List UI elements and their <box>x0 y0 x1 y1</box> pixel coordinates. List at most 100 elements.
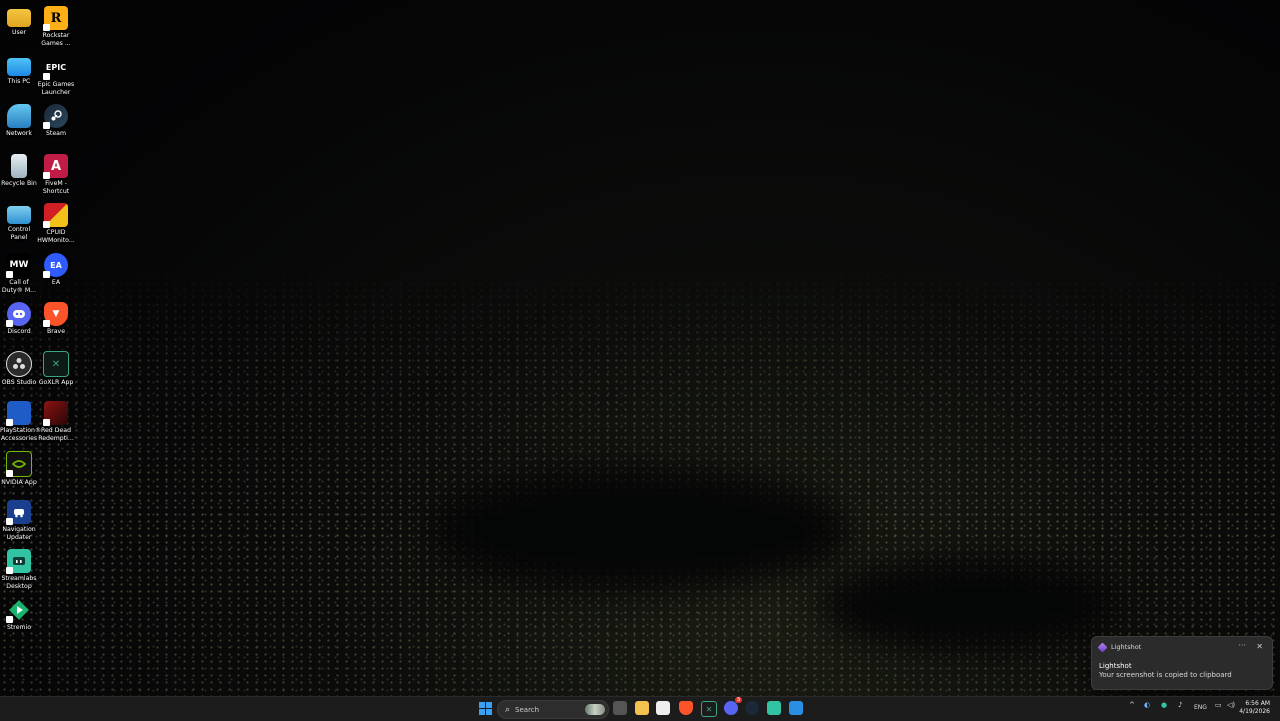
network-tray-icon[interactable]: ▭ <box>1215 701 1222 709</box>
rockstar-icon: R <box>43 6 68 31</box>
desktop-icon-fivem[interactable]: A FiveM - Shortcut <box>37 154 75 195</box>
desktop-icon-rockstar[interactable]: R Rockstar Games ... <box>37 6 75 47</box>
photos-taskbar-icon[interactable] <box>789 701 803 715</box>
search-icon: ⌕ <box>505 704 511 715</box>
desktop-icon-label: Stremio <box>6 624 32 631</box>
desktop-icon-control-panel[interactable]: Control Panel <box>0 203 38 241</box>
desktop-icon-label: Streamlabs Desktop <box>1 575 37 590</box>
chevron-up-icon[interactable]: ^ <box>1129 701 1135 709</box>
desktop-icon-discord[interactable]: Discord <box>0 302 38 336</box>
folder-icon <box>7 9 31 27</box>
playstation-icon <box>6 401 31 426</box>
file-explorer-icon[interactable] <box>635 701 649 715</box>
cod-logo-text: MW <box>9 260 29 270</box>
ea-icon: EA <box>43 253 68 278</box>
epic-logo-text: EPIC <box>45 62 67 72</box>
desktop-icon-call-of-duty[interactable]: MW Call of Duty® M... <box>0 253 38 294</box>
language-indicator[interactable]: ENG <box>1194 704 1207 711</box>
steam-tray-icon[interactable]: ◐ <box>1144 701 1150 709</box>
desktop-icon-epic-games[interactable]: EPIC Epic Games Launcher <box>37 55 75 96</box>
desktop-icon-label: Recycle Bin <box>1 180 37 187</box>
clock-date: 4/19/2026 <box>1239 708 1270 715</box>
toast-message: Your screenshot is copied to clipboard <box>1099 671 1232 679</box>
toast-title: Lightshot <box>1099 662 1132 670</box>
cpuid-icon <box>43 203 68 228</box>
desktop-icon-nvidia[interactable]: NVIDIA App <box>0 451 38 487</box>
notification-badge: 3 <box>734 697 742 703</box>
desktop-icon-label: Steam <box>46 130 66 137</box>
more-options-icon[interactable]: ··· <box>1238 641 1246 650</box>
brave-icon: ▼ <box>43 302 68 327</box>
brave-taskbar-icon[interactable] <box>679 701 693 715</box>
desktop-icon-label: This PC <box>7 78 31 85</box>
streamlabs-icon <box>6 549 31 574</box>
desktop-icon-label: Epic Games Launcher <box>37 81 75 96</box>
close-icon[interactable]: ✕ <box>1256 642 1263 651</box>
desktop-icon-playstation[interactable]: PlayStation® Accessories <box>0 401 42 442</box>
desktop-icon-navigation-updater[interactable]: Navigation Updater <box>0 500 38 541</box>
discord-taskbar-icon[interactable]: 3 <box>724 697 742 715</box>
desktop-icon-this-pc[interactable]: This PC <box>0 55 38 86</box>
windows-icon <box>478 701 492 715</box>
obs-studio-icon <box>6 351 32 377</box>
wallpaper-dark-region <box>430 470 850 590</box>
desktop-icon-obs[interactable]: OBS Studio <box>0 351 38 387</box>
epic-games-icon: EPIC <box>43 55 68 80</box>
desktop-icon-label: EA <box>51 279 61 286</box>
goxlr-logo-glyph: ✕ <box>51 358 61 370</box>
desktop-icon-user[interactable]: User <box>0 6 38 37</box>
desktop-icon-label: FiveM - Shortcut <box>42 180 70 195</box>
navigation-updater-icon <box>6 500 31 525</box>
desktop-icon-label: Discord <box>7 328 31 335</box>
streamlabs-taskbar-icon[interactable] <box>767 701 781 715</box>
search-highlight-image <box>585 704 605 715</box>
desktop-icon-label: Control Panel <box>7 226 31 241</box>
stremio-icon <box>6 598 31 623</box>
fivem-icon: A <box>43 154 68 179</box>
desktop-icon-label: Red Dead Redempti... <box>38 427 74 442</box>
desktop-icon-ea[interactable]: EA EA <box>37 253 75 287</box>
toast-app-name: Lightshot <box>1111 643 1142 651</box>
wallpaper-dark-region <box>820 560 1120 650</box>
brave-logo-glyph: ▼ <box>52 309 60 319</box>
goxlr-taskbar-icon[interactable]: ✕ <box>701 701 717 717</box>
desktop-icon-label: Network <box>6 130 32 137</box>
start-button[interactable] <box>478 701 492 715</box>
tray-app-icon[interactable]: ● <box>1161 701 1167 709</box>
desktop-icon-label: Brave <box>46 328 66 335</box>
microphone-icon[interactable]: ♪ <box>1178 701 1182 709</box>
rockstar-logo-text: R <box>50 10 62 26</box>
control-panel-icon <box>7 206 31 224</box>
desktop-icon-recycle-bin[interactable]: Recycle Bin <box>0 154 38 188</box>
red-dead-icon <box>43 401 68 426</box>
clock-time: 6:56 AM <box>1245 700 1270 707</box>
call-of-duty-icon: MW <box>6 253 31 278</box>
desktop-icon-steam[interactable]: Steam <box>37 104 75 138</box>
taskbar-clock[interactable]: 6:56 AM 4/19/2026 <box>1239 700 1270 716</box>
goxlr-icon: ✕ <box>43 351 69 377</box>
desktop-icon-streamlabs[interactable]: Streamlabs Desktop <box>0 549 38 590</box>
desktop-icon-label: PlayStation® Accessories <box>0 427 42 442</box>
toast-notification[interactable]: Lightshot ··· ✕ Lightshot Your screensho… <box>1091 636 1273 690</box>
ea-logo-text: EA <box>50 260 62 270</box>
desktop-icon-label: OBS Studio <box>1 379 37 386</box>
desktop-icon-brave[interactable]: ▼ Brave <box>37 302 75 336</box>
desktop-icon-goxlr[interactable]: ✕ GoXLR App <box>37 351 75 387</box>
desktop-icon-label: Call of Duty® M... <box>1 279 37 294</box>
steam-icon <box>43 104 68 129</box>
volume-icon[interactable]: ◁) <box>1227 701 1235 709</box>
desktop-icon-label: CPUID HWMonito... <box>37 229 75 244</box>
taskbar-search[interactable]: ⌕ Search <box>497 700 609 719</box>
store-icon[interactable] <box>656 701 670 715</box>
task-view-icon[interactable] <box>613 701 627 715</box>
desktop-icon-network[interactable]: Network <box>0 104 38 138</box>
desktop-icon-label: GoXLR App <box>38 379 74 386</box>
desktop-icon-cpuid[interactable]: CPUID HWMonito... <box>37 203 75 244</box>
monitor-icon <box>7 58 31 76</box>
steam-taskbar-icon[interactable] <box>745 701 759 715</box>
desktop-icon-stremio[interactable]: Stremio <box>0 598 38 632</box>
desktop-icon-label: NVIDIA App <box>1 479 37 486</box>
recycle-bin-icon <box>11 154 27 178</box>
discord-icon <box>6 302 31 327</box>
desktop-icon-red-dead[interactable]: Red Dead Redempti... <box>37 401 75 442</box>
